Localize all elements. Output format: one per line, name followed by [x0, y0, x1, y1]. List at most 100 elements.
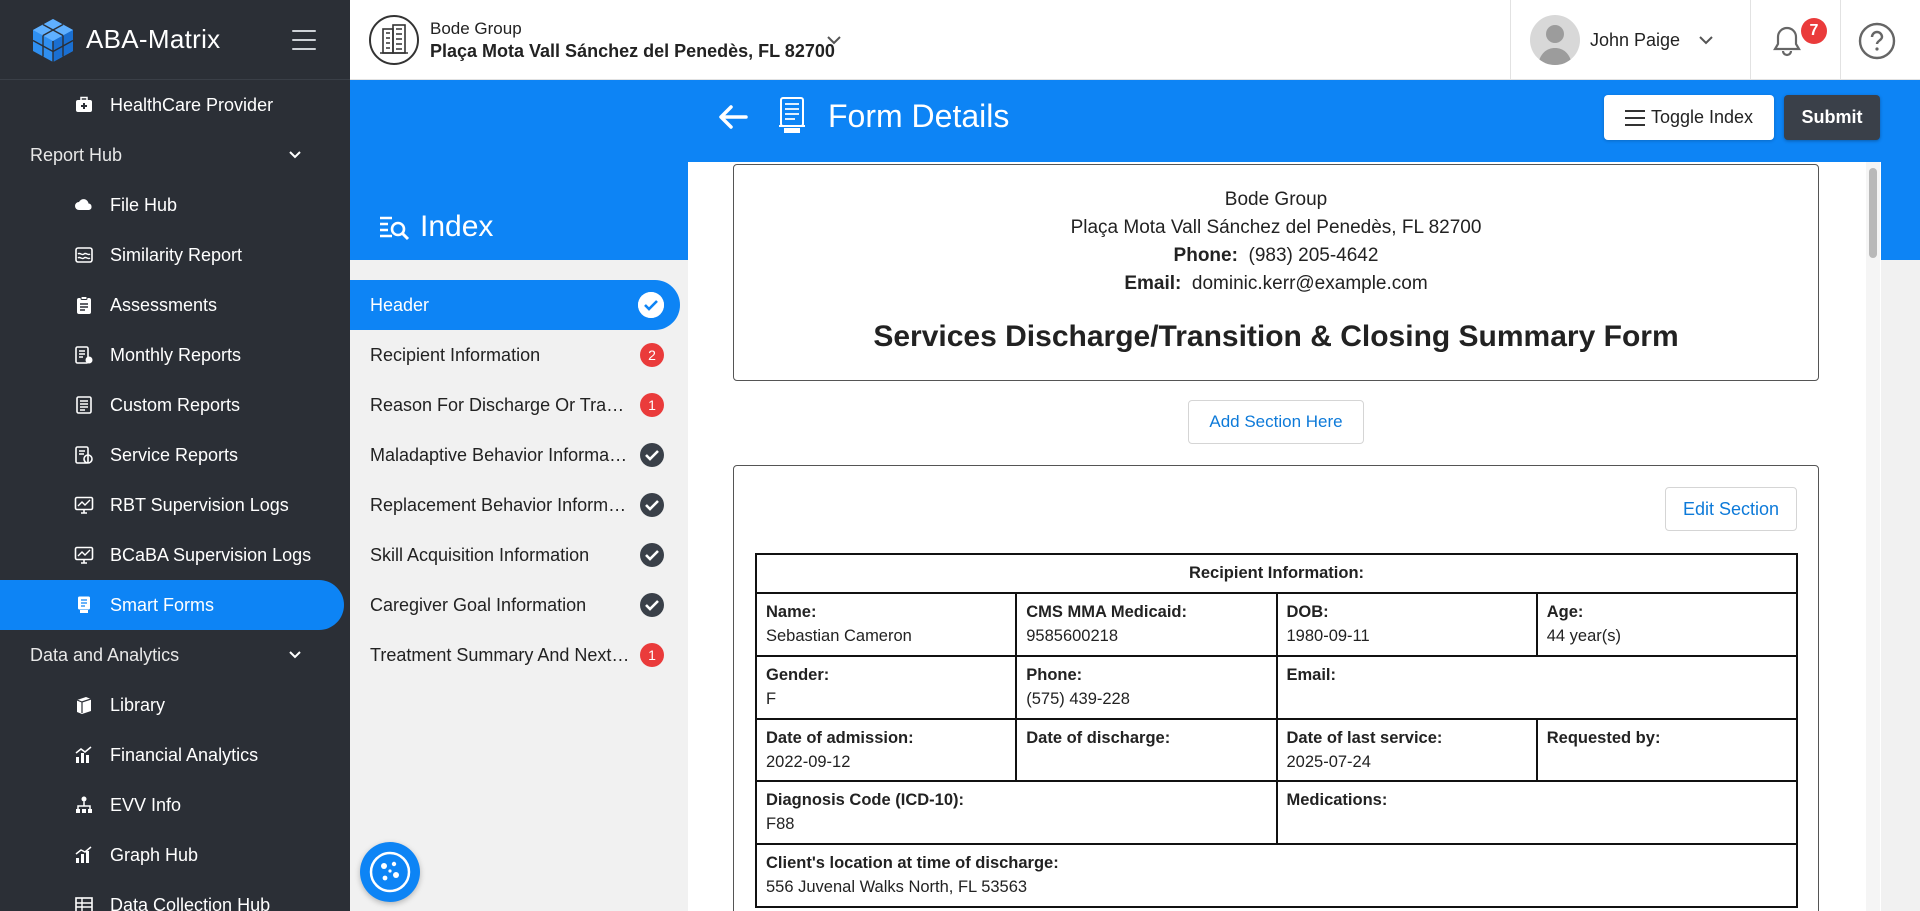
avatar[interactable]	[1530, 15, 1580, 65]
index-item-label: Reason For Discharge Or Transition	[370, 394, 630, 415]
index-item-caregiver-goal[interactable]: Caregiver Goal Information	[350, 580, 680, 630]
admission-date-cell: Date of admission: 2022-09-12	[754, 717, 1018, 783]
sidebar-item-rbt-supervision-logs[interactable]: RBT Supervision Logs	[0, 480, 350, 530]
email-value: dominic.kerr@example.com	[1191, 273, 1428, 294]
sidebar-item-label: Smart Forms	[110, 594, 215, 615]
index-item-header[interactable]: Header	[350, 280, 680, 330]
sidebar-group-report-hub[interactable]: Report Hub	[0, 130, 350, 180]
sidebar-group-data-and-analytics[interactable]: Data and Analytics	[0, 630, 350, 680]
sidebar-item-label: Graph Hub	[110, 844, 199, 865]
divider	[1750, 0, 1751, 80]
check-icon	[638, 292, 664, 318]
sidebar-item-label: Assessments	[110, 294, 218, 315]
index-item-recipient-information[interactable]: Recipient Information 2	[350, 330, 680, 380]
sidebar-item-service-reports[interactable]: Service Reports	[0, 430, 350, 480]
notification-count-badge: 7	[1801, 18, 1827, 44]
sidebar-item-similarity-report[interactable]: Similarity Report	[0, 230, 350, 280]
index-item-label: Header	[370, 294, 430, 315]
back-arrow-icon[interactable]	[716, 100, 750, 134]
sidebar-item-assessments[interactable]: Assessments	[0, 280, 350, 330]
list-search-icon	[380, 216, 410, 241]
add-section-button[interactable]: Add Section Here	[1188, 400, 1364, 444]
edit-section-button[interactable]: Edit Section	[1665, 487, 1797, 531]
top-bar: Bode Group Plaça Mota Vall Sánchez del P…	[350, 0, 1920, 80]
sidebar-item-graph-hub[interactable]: Graph Hub	[0, 830, 350, 880]
sidebar-item-financial-analytics[interactable]: Financial Analytics	[0, 730, 350, 780]
form-org-phone: Phone: (983) 205-4642	[734, 245, 1818, 267]
medicaid-cell: CMS MMA Medicaid: 9585600218	[1015, 591, 1278, 657]
sidebar-item-custom-reports[interactable]: Custom Reports	[0, 380, 350, 430]
notification-bell-icon[interactable]	[1770, 24, 1804, 58]
menu-toggle-icon[interactable]	[292, 30, 316, 50]
library-icon	[76, 697, 92, 714]
user-name[interactable]: John Paige	[1590, 30, 1680, 51]
index-item-skill-acquisition[interactable]: Skill Acquisition Information	[350, 530, 680, 580]
data-grid-icon	[75, 897, 93, 911]
sidebar-item-label: HealthCare Provider	[110, 94, 274, 115]
form-document-icon	[779, 97, 805, 133]
recipient-information-table: Recipient Information: Name: Sebastian Ca…	[754, 553, 1799, 909]
recipient-information-section: Edit Section Recipient Information: Name…	[733, 465, 1819, 911]
last-service-date-cell: Date of last service: 2025-07-24	[1275, 717, 1538, 783]
sidebar-group-label: Report Hub	[30, 144, 123, 165]
wave-report-icon	[75, 247, 93, 263]
chevron-down-icon	[289, 651, 301, 659]
divider	[1510, 0, 1511, 80]
sidebar-item-evv-info[interactable]: EVV Info	[0, 780, 350, 830]
sidebar-item-monthly-reports[interactable]: Monthly Reports	[0, 330, 350, 380]
organization-chevron-down-icon[interactable]	[826, 32, 842, 48]
sidebar-item-library[interactable]: Library	[0, 680, 350, 730]
submit-button[interactable]: Submit	[1784, 95, 1880, 140]
user-menu-chevron-down-icon[interactable]	[1698, 32, 1714, 48]
sidebar-item-label: Similarity Report	[110, 244, 243, 265]
clipboard-icon	[77, 296, 91, 314]
sidebar-item-bcaba-supervision-logs[interactable]: BCaBA Supervision Logs	[0, 530, 350, 580]
help-icon[interactable]	[1858, 22, 1896, 60]
phone-label: Phone:	[1173, 245, 1238, 266]
sidebar-item-healthcare-provider[interactable]: HealthCare Provider	[0, 80, 350, 130]
index-item-replacement-behavior[interactable]: Replacement Behavior Information	[350, 480, 680, 530]
check-icon	[640, 493, 664, 517]
form-org-name: Bode Group	[1224, 189, 1328, 210]
sidebar: ABA-Matrix HealthCare Provider Report Hu…	[0, 0, 350, 911]
sidebar-item-data-collection-hub[interactable]: Data Collection Hub	[0, 880, 350, 911]
brand[interactable]: ABA-Matrix	[0, 0, 350, 80]
sidebar-item-label: RBT Supervision Logs	[110, 494, 289, 515]
page-title: Form Details	[828, 98, 1010, 134]
organization-building-icon[interactable]	[369, 15, 419, 65]
cloud-folder-icon	[75, 199, 92, 210]
form-header-section: Bode Group Plaça Mota Vall Sánchez del P…	[733, 164, 1819, 381]
scrollbar-thumb[interactable]	[1869, 168, 1877, 258]
app-name: ABA-Matrix	[86, 24, 221, 54]
cube-logo-icon	[32, 18, 74, 62]
smart-form-icon	[78, 596, 90, 613]
chevron-down-icon	[289, 151, 301, 159]
phone-cell: Phone: (575) 439-228	[1015, 654, 1278, 720]
sidebar-group-label: Data and Analytics	[30, 644, 180, 665]
sidebar-item-file-hub[interactable]: File Hub	[0, 180, 350, 230]
name-cell: Name: Sebastian Cameron	[754, 591, 1018, 657]
index-item-reason-for-discharge[interactable]: Reason For Discharge Or Transition 1	[350, 380, 680, 430]
index-item-treatment-summary[interactable]: Treatment Summary And Next Steps 1	[350, 630, 680, 680]
email-label: Email:	[1124, 273, 1182, 294]
gender-cell: Gender: F	[754, 654, 1018, 720]
discharge-date-cell: Date of discharge:	[1015, 717, 1278, 783]
location-cell: Client's location at time of discharge: 5…	[755, 843, 1798, 909]
check-icon	[640, 593, 664, 617]
index-item-label: Skill Acquisition Information	[370, 544, 590, 565]
report-gear-icon	[75, 346, 93, 364]
error-count-badge: 1	[640, 393, 664, 417]
sidebar-item-label: Financial Analytics	[110, 744, 259, 765]
index-item-label: Caregiver Goal Information	[370, 594, 587, 615]
form-scrollbar[interactable]	[1866, 162, 1880, 911]
monitor-chart-icon	[74, 546, 94, 564]
sidebar-item-label: Custom Reports	[110, 394, 241, 415]
index-item-label: Recipient Information	[370, 344, 541, 365]
sidebar-item-label: Monthly Reports	[110, 344, 242, 365]
list-icon	[1624, 109, 1645, 126]
cookie-settings-button[interactable]	[360, 842, 420, 902]
index-item-maladaptive-behavior[interactable]: Maladaptive Behavior Information	[350, 430, 680, 480]
sidebar-item-smart-forms[interactable]: Smart Forms	[0, 580, 344, 630]
document-list-icon	[76, 396, 92, 414]
toggle-index-button[interactable]: Toggle Index	[1604, 95, 1774, 140]
